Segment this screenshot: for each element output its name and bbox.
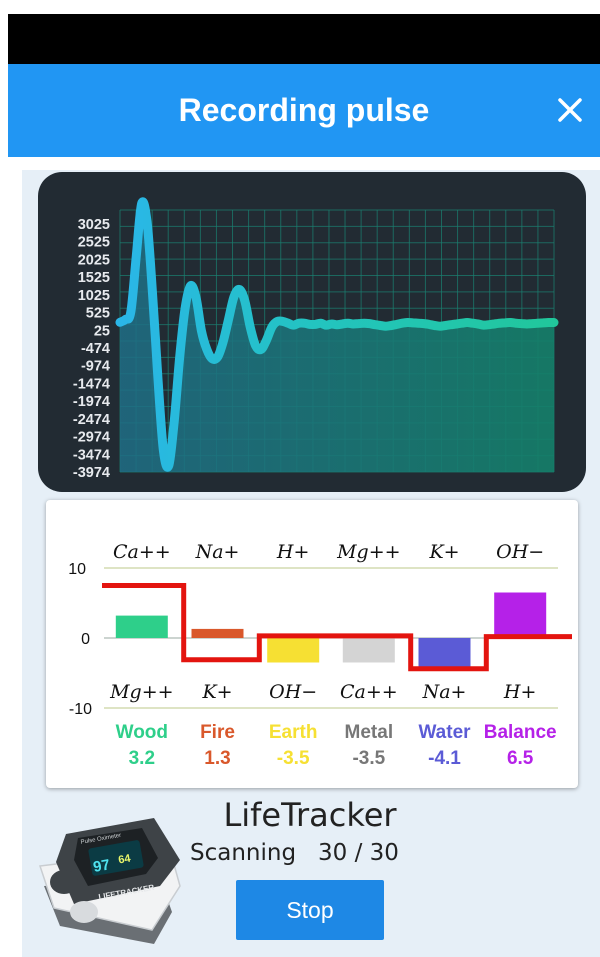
top-ion-label: Na+ bbox=[195, 541, 240, 563]
bar-metal bbox=[342, 638, 395, 663]
bar-earth bbox=[267, 638, 320, 663]
app-header: Recording pulse bbox=[8, 64, 600, 157]
top-ion-label: OH− bbox=[496, 541, 544, 563]
app-name: LifeTracker bbox=[223, 796, 397, 834]
y-tick-label: -10 bbox=[69, 701, 92, 718]
bottom-ion-label: Ca++ bbox=[340, 681, 398, 703]
element-value: -3.5 bbox=[352, 748, 385, 769]
top-ion-label: H+ bbox=[276, 541, 310, 563]
bottom-ion-label: Na+ bbox=[422, 681, 467, 703]
pulse-oximeter-icon: 97 64 Pulse Oximeter LIFETRACKER bbox=[38, 818, 181, 944]
element-value: 6.5 bbox=[507, 748, 534, 769]
y-tick-label: 2525 bbox=[78, 235, 110, 251]
element-value: -4.1 bbox=[428, 748, 461, 769]
element-name: Fire bbox=[200, 722, 235, 743]
y-tick-label: 10 bbox=[68, 561, 86, 578]
bar-fire bbox=[191, 628, 244, 638]
y-tick-label: 1025 bbox=[78, 288, 110, 304]
scan-progress: 30 / 30 bbox=[318, 840, 399, 866]
pulse-chart: 3025 2525 2025 1525 1025 525 25 -474 -974 -1474 -1… bbox=[38, 172, 586, 492]
element-bars bbox=[115, 592, 547, 667]
top-ion-label: Ca++ bbox=[113, 541, 171, 563]
y-tick-label: 25 bbox=[94, 323, 110, 339]
y-tick-label: -474 bbox=[81, 341, 110, 357]
bar-water bbox=[418, 638, 471, 667]
page-title: Recording pulse bbox=[178, 92, 430, 128]
element-chart: 10 0 -10 Ca++ Mg++ Wood 3.2 Na+ K+ Fire 1.3 H+ OH− E… bbox=[46, 500, 578, 788]
y-tick-label: -2474 bbox=[73, 412, 110, 428]
scan-status: Scanning 30 / 30 bbox=[190, 840, 399, 866]
y-tick-label: -3474 bbox=[73, 447, 110, 463]
element-value: 1.3 bbox=[204, 748, 230, 769]
y-tick-label: -1974 bbox=[73, 394, 110, 410]
bottom-ion-label: Mg++ bbox=[109, 681, 173, 703]
device-screen-left: 97 bbox=[92, 856, 111, 876]
bar-balance bbox=[494, 592, 547, 638]
close-icon[interactable] bbox=[550, 90, 590, 130]
y-axis-ticks: 3025 25252025 1525 1025 52525 -474 -974-1474 -1… bbox=[73, 217, 110, 481]
y-tick-label: -974 bbox=[81, 359, 110, 375]
y-tick-label: 1525 bbox=[78, 270, 110, 286]
pulse-chart-svg: 3025 25252025 1525 1025 52525 -474 -974-1474 -1… bbox=[73, 197, 559, 481]
scan-status-label: Scanning bbox=[190, 840, 297, 866]
y-tick-label: 3025 bbox=[78, 217, 110, 233]
bottom-ion-label: H+ bbox=[503, 681, 536, 703]
y-tick-label: -1474 bbox=[73, 376, 110, 392]
top-ion-label: K+ bbox=[428, 541, 459, 563]
element-name: Metal bbox=[345, 722, 394, 743]
stop-button[interactable]: Stop bbox=[236, 880, 384, 940]
bottom-ion-label: OH− bbox=[269, 681, 317, 703]
bottom-ion-label: K+ bbox=[201, 681, 232, 703]
top-ion-label: Mg++ bbox=[336, 541, 400, 563]
element-name: Wood bbox=[116, 722, 168, 743]
status-bar bbox=[8, 14, 600, 64]
element-value: -3.5 bbox=[277, 748, 310, 769]
y-tick-label: -2974 bbox=[73, 430, 110, 446]
y-tick-label: 525 bbox=[86, 306, 110, 322]
element-chart-svg: 10 0 -10 Ca++ Mg++ Wood 3.2 Na+ K+ Fire 1.3 H+ OH− E… bbox=[68, 541, 572, 769]
element-name: Earth bbox=[269, 722, 318, 743]
element-labels: Ca++ Mg++ Wood 3.2 Na+ K+ Fire 1.3 H+ OH− Earth -3.… bbox=[109, 541, 557, 769]
y-tick-label: 0 bbox=[81, 631, 90, 648]
element-name: Balance bbox=[484, 722, 557, 743]
element-value: 3.2 bbox=[129, 748, 155, 769]
y-tick-label: 2025 bbox=[78, 252, 110, 268]
element-name: Water bbox=[418, 722, 471, 743]
bar-wood bbox=[115, 615, 168, 638]
y-tick-label: -3974 bbox=[73, 465, 110, 481]
